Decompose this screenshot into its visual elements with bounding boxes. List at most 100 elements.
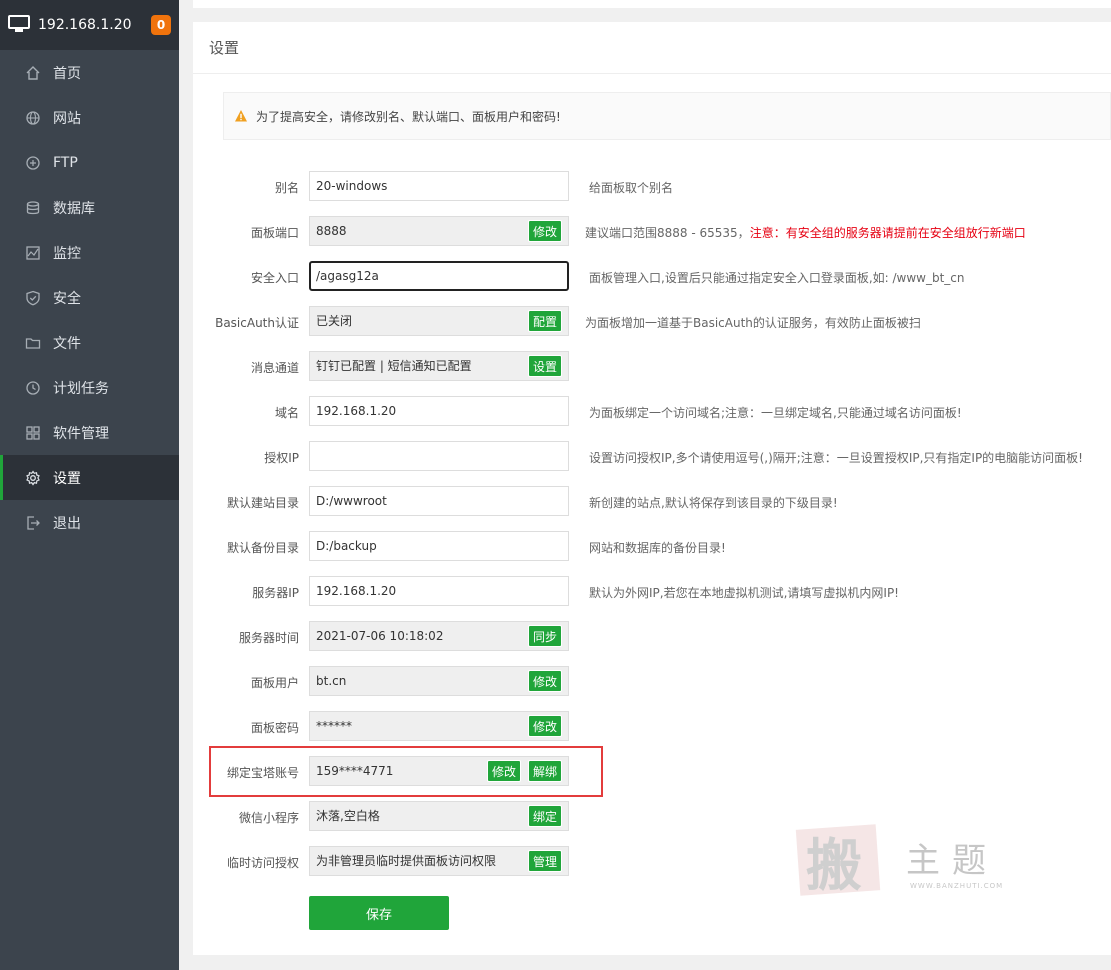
alias-input[interactable] (309, 171, 569, 201)
port-modify-button[interactable]: 修改 (528, 220, 563, 242)
row-site-dir: 默认建站目录 新创建的站点,默认将保存到该目录的下级目录! (193, 486, 1111, 516)
domain-input[interactable] (309, 396, 569, 426)
settings-panel: 设置 为了提高安全，请修改别名、默认端口、面板用户和密码! 别名 给面板取个别名… (193, 22, 1111, 955)
sidebar-item-files[interactable]: 文件 (0, 320, 179, 365)
watermark-char: 搬 (806, 833, 862, 899)
domain-hint: 为面板绑定一个访问域名;注意：一旦绑定域名,只能通过域名访问面板! (589, 406, 962, 420)
sidebar-item-label: 退出 (53, 515, 81, 532)
warning-icon (234, 109, 248, 123)
alias-label: 别名 (274, 181, 299, 195)
globe-icon (24, 109, 42, 127)
sidebar-item-ftp[interactable]: FTP (0, 140, 179, 185)
shield-icon (24, 289, 42, 307)
serverip-hint: 默认为外网IP,若您在本地虚拟机测试,请填写虚拟机内网IP! (589, 586, 899, 600)
sync-time-button[interactable]: 同步 (528, 625, 563, 647)
user-modify-button[interactable]: 修改 (528, 670, 563, 692)
row-alias: 别名 给面板取个别名 (193, 171, 1111, 201)
serverip-input[interactable] (309, 576, 569, 606)
sidebar-item-monitor[interactable]: 监控 (0, 230, 179, 275)
monitor-icon (24, 244, 42, 262)
logout-icon (24, 514, 42, 532)
entry-label: 安全入口 (250, 271, 299, 285)
server-icon (8, 14, 30, 36)
sidebar-item-website[interactable]: 网站 (0, 95, 179, 140)
clock-icon (24, 379, 42, 397)
save-button[interactable]: 保存 (309, 896, 449, 930)
backupdir-hint: 网站和数据库的备份目录! (589, 541, 726, 555)
row-server-ip: 服务器IP 默认为外网IP,若您在本地虚拟机测试,请填写虚拟机内网IP! (193, 576, 1111, 606)
password-modify-button[interactable]: 修改 (528, 715, 563, 737)
basicauth-config-button[interactable]: 配置 (528, 310, 563, 332)
ftp-icon (24, 154, 42, 172)
watermark-text: 主题 (906, 841, 998, 881)
port-label: 面板端口 (250, 226, 299, 240)
domain-label: 域名 (274, 406, 299, 420)
database-icon (24, 199, 42, 217)
serverip-label: 服务器IP (252, 586, 299, 600)
sidebar-item-logout[interactable]: 退出 (0, 500, 179, 545)
sitedir-label: 默认建站目录 (226, 496, 299, 510)
sitedir-input[interactable] (309, 486, 569, 516)
top-strip (193, 0, 1111, 8)
servertime-label: 服务器时间 (238, 631, 299, 645)
msg-settings-button[interactable]: 设置 (528, 355, 563, 377)
sidebar-item-software[interactable]: 软件管理 (0, 410, 179, 455)
row-entry: 安全入口 面板管理入口,设置后只能通过指定安全入口登录面板,如: /www_bt… (193, 261, 1111, 291)
highlight-box (209, 746, 603, 797)
basicauth-label: BasicAuth认证 (215, 316, 299, 330)
sidebar-item-settings[interactable]: 设置 (0, 455, 179, 500)
row-basicauth: BasicAuth认证 已关闭 配置 为面板增加一道基于BasicAuth的认证… (193, 306, 1111, 336)
entry-input[interactable] (309, 261, 569, 291)
sidebar-item-label: 网站 (53, 110, 81, 127)
row-port: 面板端口 8888 修改 建议端口范围8888 - 65535，注意：有安全组的… (193, 216, 1111, 246)
temp-manage-button[interactable]: 管理 (528, 850, 563, 872)
sidebar-item-cron[interactable]: 计划任务 (0, 365, 179, 410)
row-server-time: 服务器时间 2021-07-06 10:18:02 同步 (193, 621, 1111, 651)
sidebar-item-label: 设置 (53, 470, 81, 487)
sidebar: 192.168.1.20 0 首页 网站 FTP 数据库 监控 安全 文件 计划… (0, 0, 179, 970)
sidebar-header: 192.168.1.20 0 (0, 0, 179, 50)
row-domain: 域名 为面板绑定一个访问域名;注意：一旦绑定域名,只能通过域名访问面板! (193, 396, 1111, 426)
sidebar-item-home[interactable]: 首页 (0, 50, 179, 95)
gear-icon (24, 469, 42, 487)
page-title: 设置 (193, 22, 1111, 74)
grid-icon (24, 424, 42, 442)
folder-icon (24, 334, 42, 352)
backupdir-label: 默认备份目录 (226, 541, 299, 555)
sidebar-item-label: 文件 (53, 335, 81, 352)
authip-label: 授权IP (264, 451, 299, 465)
wechat-bind-button[interactable]: 绑定 (528, 805, 563, 827)
authip-input[interactable] (309, 441, 569, 471)
notification-badge[interactable]: 0 (151, 15, 171, 35)
basicauth-hint: 为面板增加一道基于BasicAuth的认证服务，有效防止面板被扫 (585, 316, 921, 330)
row-panel-user: 面板用户 bt.cn 修改 (193, 666, 1111, 696)
security-alert: 为了提高安全，请修改别名、默认端口、面板用户和密码! (223, 92, 1111, 140)
port-hint-warning: 注意：有安全组的服务器请提前在安全组放行新端口 (749, 226, 1026, 240)
row-message-channel: 消息通道 钉钉已配置 | 短信通知已配置 设置 (193, 351, 1111, 381)
msg-label: 消息通道 (250, 361, 299, 375)
sidebar-item-label: 计划任务 (53, 380, 109, 397)
row-panel-password: 面板密码 ****** 修改 (193, 711, 1111, 741)
row-authip: 授权IP 设置访问授权IP,多个请使用逗号(,)隔开;注意：一旦设置授权IP,只… (193, 441, 1111, 471)
watermark: 搬 主题 WWW.BANZHUTI.COM (795, 824, 1028, 899)
sidebar-item-label: 安全 (53, 290, 81, 307)
alias-hint: 给面板取个别名 (589, 181, 674, 195)
password-label: 面板密码 (250, 721, 299, 735)
server-host: 192.168.1.20 (38, 17, 132, 33)
sitedir-hint: 新创建的站点,默认将保存到该目录的下级目录! (589, 496, 838, 510)
user-label: 面板用户 (250, 676, 299, 690)
wechat-label: 微信小程序 (238, 811, 299, 825)
port-hint: 建议端口范围8888 - 65535，注意：有安全组的服务器请提前在安全组放行新… (585, 224, 1026, 241)
alert-text: 为了提高安全，请修改别名、默认端口、面板用户和密码! (256, 109, 561, 124)
backupdir-input[interactable] (309, 531, 569, 561)
home-icon (24, 64, 42, 82)
sidebar-item-security[interactable]: 安全 (0, 275, 179, 320)
row-backup-dir: 默认备份目录 网站和数据库的备份目录! (193, 531, 1111, 561)
temp-label: 临时访问授权 (226, 856, 299, 870)
sidebar-item-database[interactable]: 数据库 (0, 185, 179, 230)
sidebar-item-label: FTP (53, 154, 78, 171)
sidebar-item-label: 软件管理 (53, 425, 109, 442)
watermark-url: WWW.BANZHUTI.COM (910, 882, 1004, 890)
entry-hint: 面板管理入口,设置后只能通过指定安全入口登录面板,如: /www_bt_cn (589, 271, 965, 285)
sidebar-item-label: 监控 (53, 245, 81, 262)
